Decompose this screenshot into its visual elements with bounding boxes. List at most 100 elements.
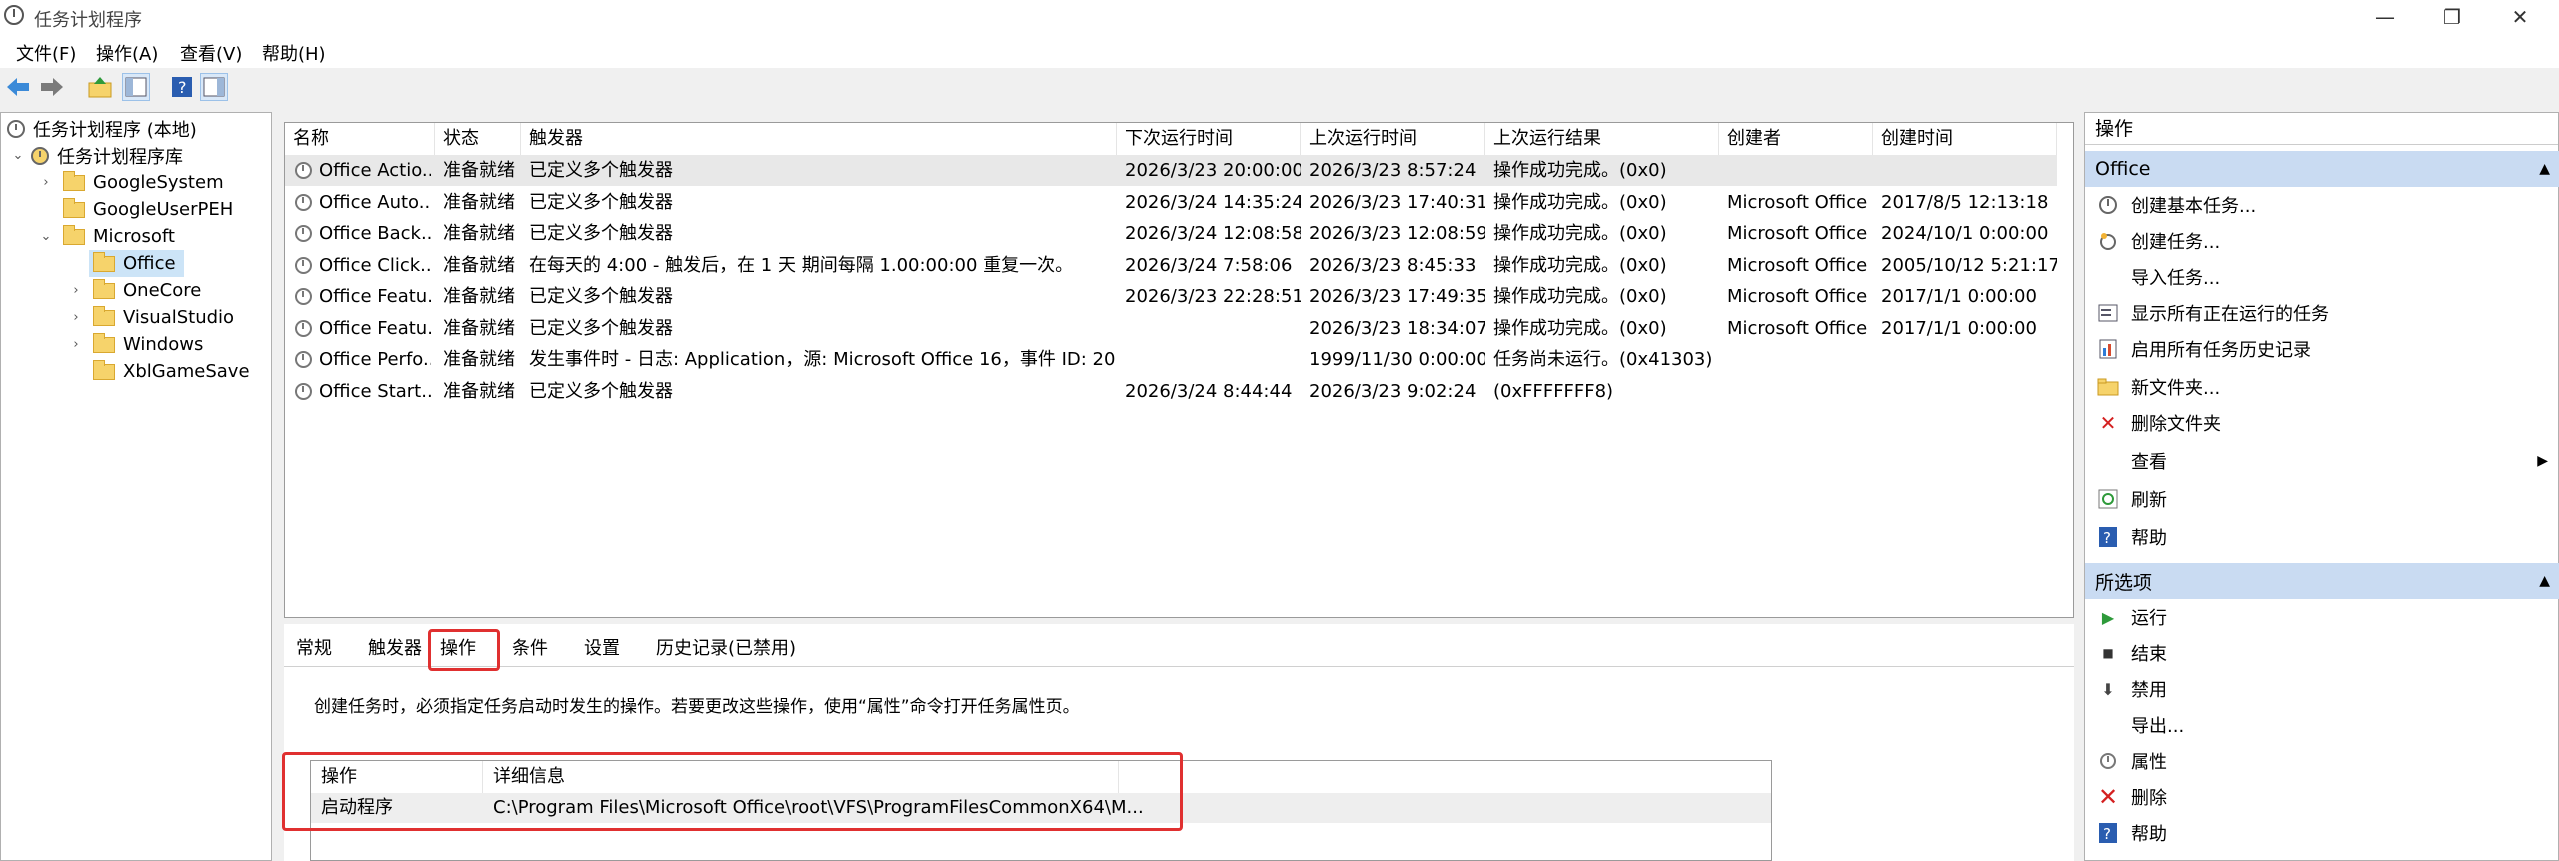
close-button[interactable]: ✕ — [2490, 0, 2550, 34]
import-task-icon — [2097, 266, 2119, 288]
refresh-button[interactable]: 刷新 — [2085, 481, 2559, 517]
tree-root[interactable]: 任务计划程序 (本地) — [7, 115, 197, 142]
chevron-down-icon[interactable]: ⌄ — [11, 148, 25, 163]
menu-action[interactable]: 操作(A) — [96, 40, 158, 66]
column-header-next-run[interactable]: 下次运行时间 — [1117, 123, 1301, 155]
end-button[interactable]: ■ 结束 — [2085, 635, 2559, 671]
highlight-actions-tab — [428, 629, 500, 671]
cell-status: 准备就绪 — [443, 191, 515, 213]
folder-up-icon[interactable] — [86, 73, 114, 101]
menu-bar: 文件(F) 操作(A) 查看(V) 帮助(H) — [0, 34, 2559, 69]
view-submenu[interactable]: 查看 ▶ — [2085, 443, 2559, 479]
cell-next: 2026/3/23 22:28:51 — [1125, 286, 1301, 307]
help-icon[interactable]: ? — [168, 73, 196, 101]
cell-result: 操作成功完成。(0x0) — [1493, 317, 1667, 339]
maximize-button[interactable]: ❐ — [2422, 0, 2482, 34]
tree-item-windows[interactable]: › Windows — [69, 331, 203, 358]
collapse-arrow-icon[interactable]: ▲ — [2539, 573, 2550, 589]
table-row[interactable]: Office Perfo... 准备就绪 发生事件时 - 日志: Applicati… — [285, 344, 2057, 375]
cell-status: 准备就绪 — [443, 286, 515, 307]
cell-next: 2026/3/24 7:58:06 — [1125, 254, 1293, 276]
show-hide-tree-icon[interactable] — [122, 73, 150, 101]
new-folder-button[interactable]: 新文件夹... — [2085, 369, 2559, 405]
tab-history[interactable]: 历史记录(已禁用) — [648, 634, 804, 664]
chevron-down-icon[interactable]: ⌄ — [39, 229, 53, 244]
run-button[interactable]: ▶ 运行 — [2085, 599, 2559, 635]
table-row[interactable]: Office Featu... 准备就绪已定义多个触发器 2026/3/23 18:… — [285, 313, 2057, 344]
chevron-right-icon[interactable]: › — [69, 283, 83, 298]
enable-history-button[interactable]: 启用所有任务历史记录 — [2085, 331, 2559, 367]
back-arrow-icon[interactable] — [4, 73, 32, 101]
tree-item-googlesystem[interactable]: › GoogleSystem — [39, 169, 224, 196]
help-button[interactable]: ? 帮助 — [2085, 519, 2559, 555]
import-task-button[interactable]: 导入任务... — [2085, 259, 2559, 295]
cell-next — [1125, 313, 1301, 344]
action-label: 属性 — [2131, 752, 2167, 773]
table-row[interactable]: Office Back... 准备就绪 已定义多个触发器 2026/3/24 12:0… — [285, 218, 2057, 249]
column-header-author[interactable]: 创建者 — [1719, 123, 1873, 155]
action-label: 删除 — [2131, 788, 2167, 809]
cell-status: 准备就绪 — [443, 160, 515, 181]
tree-item-office[interactable]: Office — [89, 250, 184, 277]
section-office[interactable]: Office ▲ — [2085, 151, 2559, 187]
folder-icon — [93, 278, 115, 299]
collapse-arrow-icon[interactable]: ▲ — [2539, 161, 2550, 177]
tree-item-label: Windows — [123, 334, 204, 355]
chevron-right-icon[interactable]: › — [39, 175, 53, 190]
cell-created — [1881, 344, 2057, 375]
tree-item-googleuserpeh[interactable]: GoogleUserPEH — [39, 196, 233, 223]
forward-arrow-icon[interactable] — [38, 73, 66, 101]
table-row[interactable]: Office Auto... 准备就绪 已定义多个触发器 2026/3/24 14:3… — [285, 187, 2057, 218]
tree-item-label: Office — [123, 253, 176, 274]
tab-general[interactable]: 常规 — [288, 634, 340, 664]
create-basic-task-button[interactable]: 创建基本任务... — [2085, 187, 2559, 223]
show-hide-action-icon[interactable] — [200, 73, 228, 101]
properties-button[interactable]: 属性 — [2085, 743, 2559, 779]
column-header-trigger[interactable]: 触发器 — [521, 123, 1117, 155]
cell-last: 1999/11/30 0:00:00 — [1309, 349, 1485, 370]
delete-button[interactable]: ✕ 删除 — [2085, 779, 2559, 815]
chevron-right-icon[interactable]: › — [69, 337, 83, 352]
chevron-right-icon[interactable]: › — [69, 310, 83, 325]
tree-item-microsoft[interactable]: ⌄ Microsoft — [39, 223, 175, 250]
tab-conditions[interactable]: 条件 — [504, 634, 556, 664]
table-row[interactable]: Office Click... 准备就绪 在每天的 4:00 - 触发后，在 1 天… — [285, 250, 2057, 281]
cell-status: 准备就绪 — [443, 349, 515, 370]
help-button-selected[interactable]: ? 帮助 — [2085, 815, 2559, 851]
export-button[interactable]: 导出... — [2085, 707, 2559, 743]
menu-file[interactable]: 文件(F) — [16, 40, 76, 66]
delete-folder-button[interactable]: ✕ 删除文件夹 — [2085, 405, 2559, 441]
tree-item-xblgamesave[interactable]: XblGameSave — [69, 358, 250, 385]
table-row[interactable]: Office Actio... 准备就绪 已定义多个触发器 2026/3/23 20:… — [285, 155, 2057, 186]
show-running-tasks-button[interactable]: 显示所有正在运行的任务 — [2085, 295, 2559, 331]
minimize-button[interactable]: — — [2355, 0, 2415, 34]
section-selected-item[interactable]: 所选项 ▲ — [2085, 563, 2559, 599]
delete-icon: ✕ — [2099, 411, 2117, 435]
cell-name: Office Featu... — [319, 317, 431, 339]
column-header-status[interactable]: 状态 — [435, 123, 521, 155]
table-row[interactable]: Office Start... 准备就绪 已定义多个触发器 2026/3/24 8:4… — [285, 376, 2057, 407]
tree-item-onecore[interactable]: › OneCore — [69, 277, 201, 304]
menu-view[interactable]: 查看(V) — [180, 40, 242, 66]
tab-triggers[interactable]: 触发器 — [360, 634, 430, 664]
column-header-created[interactable]: 创建时间 — [1873, 123, 2057, 155]
table-row[interactable]: Office Featu... 准备就绪已定义多个触发器 2026/3/23 22:… — [285, 281, 2057, 312]
cell-next: 2026/3/23 20:00:00 — [1125, 160, 1301, 181]
cell-name: Office Back... — [319, 223, 431, 244]
column-header-last-run[interactable]: 上次运行时间 — [1301, 123, 1485, 155]
tab-settings[interactable]: 设置 — [576, 634, 628, 664]
tree-item-label: OneCore — [123, 280, 202, 301]
create-task-button[interactable]: 创建任务... — [2085, 223, 2559, 259]
tree-item-label: GoogleUserPEH — [93, 199, 234, 220]
tree-item-visualstudio[interactable]: › VisualStudio — [69, 304, 234, 331]
menu-help[interactable]: 帮助(H) — [262, 40, 326, 66]
task-list: 名称 状态 触发器 下次运行时间 上次运行时间 上次运行结果 创建者 创建时间 … — [284, 122, 2074, 618]
tree-item-label: VisualStudio — [123, 307, 235, 328]
column-header-last-result[interactable]: 上次运行结果 — [1485, 123, 1719, 155]
tree-library[interactable]: ⌄ 任务计划程序库 — [11, 142, 183, 169]
disable-button[interactable]: ⬇ 禁用 — [2085, 671, 2559, 707]
column-header-name[interactable]: 名称 — [285, 123, 435, 155]
action-label: 帮助 — [2131, 824, 2167, 845]
cell-author: Microsoft Office — [1727, 286, 1868, 307]
action-label: 新文件夹... — [2131, 378, 2221, 399]
